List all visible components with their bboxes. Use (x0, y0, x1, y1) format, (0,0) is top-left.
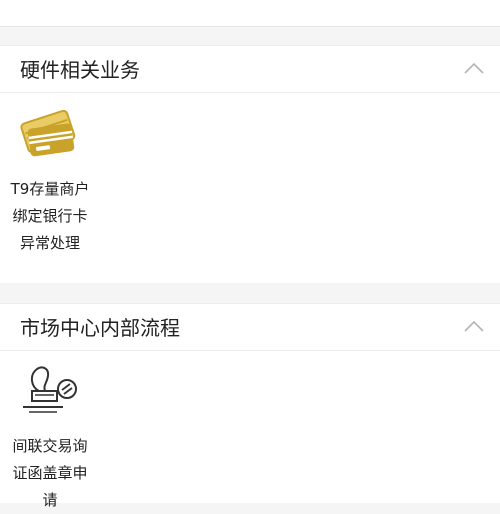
bank-cards-icon (20, 109, 76, 157)
tile-label-line: 间联交易询 (12, 437, 88, 455)
chevron-up-icon[interactable] (462, 316, 486, 336)
section-title: 市场中心内部流程 (20, 316, 180, 340)
tile-label-line: 请 (42, 491, 58, 509)
section-title: 硬件相关业务 (20, 58, 140, 82)
section-market-center-internal-process: 市场中心内部流程 间联交易询 证函盖章申 请 (0, 303, 500, 509)
section-hardware-business: 硬件相关业务 T9存量商户 绑定银行卡 异常处理 (0, 45, 500, 283)
chevron-up-icon[interactable] (462, 58, 486, 78)
tile-label-line: T9存量商户 (10, 180, 90, 198)
section-header[interactable]: 市场中心内部流程 (0, 304, 500, 351)
tile-label-line: 绑定银行卡 (12, 207, 88, 225)
section-header[interactable]: 硬件相关业务 (0, 46, 500, 93)
tile-label: T9存量商户 绑定银行卡 异常处理 (0, 176, 100, 257)
previous-section-card (0, 0, 500, 27)
tile-indirect-transaction-stamp-request[interactable]: 间联交易询 证函盖章申 请 (0, 363, 100, 514)
tile-t9-bind-bank-card-exception[interactable]: T9存量商户 绑定银行卡 异常处理 (0, 104, 100, 257)
tile-label-line: 异常处理 (19, 234, 80, 252)
tile-label-line: 证函盖章申 (12, 464, 88, 482)
stamp-icon (23, 366, 77, 413)
